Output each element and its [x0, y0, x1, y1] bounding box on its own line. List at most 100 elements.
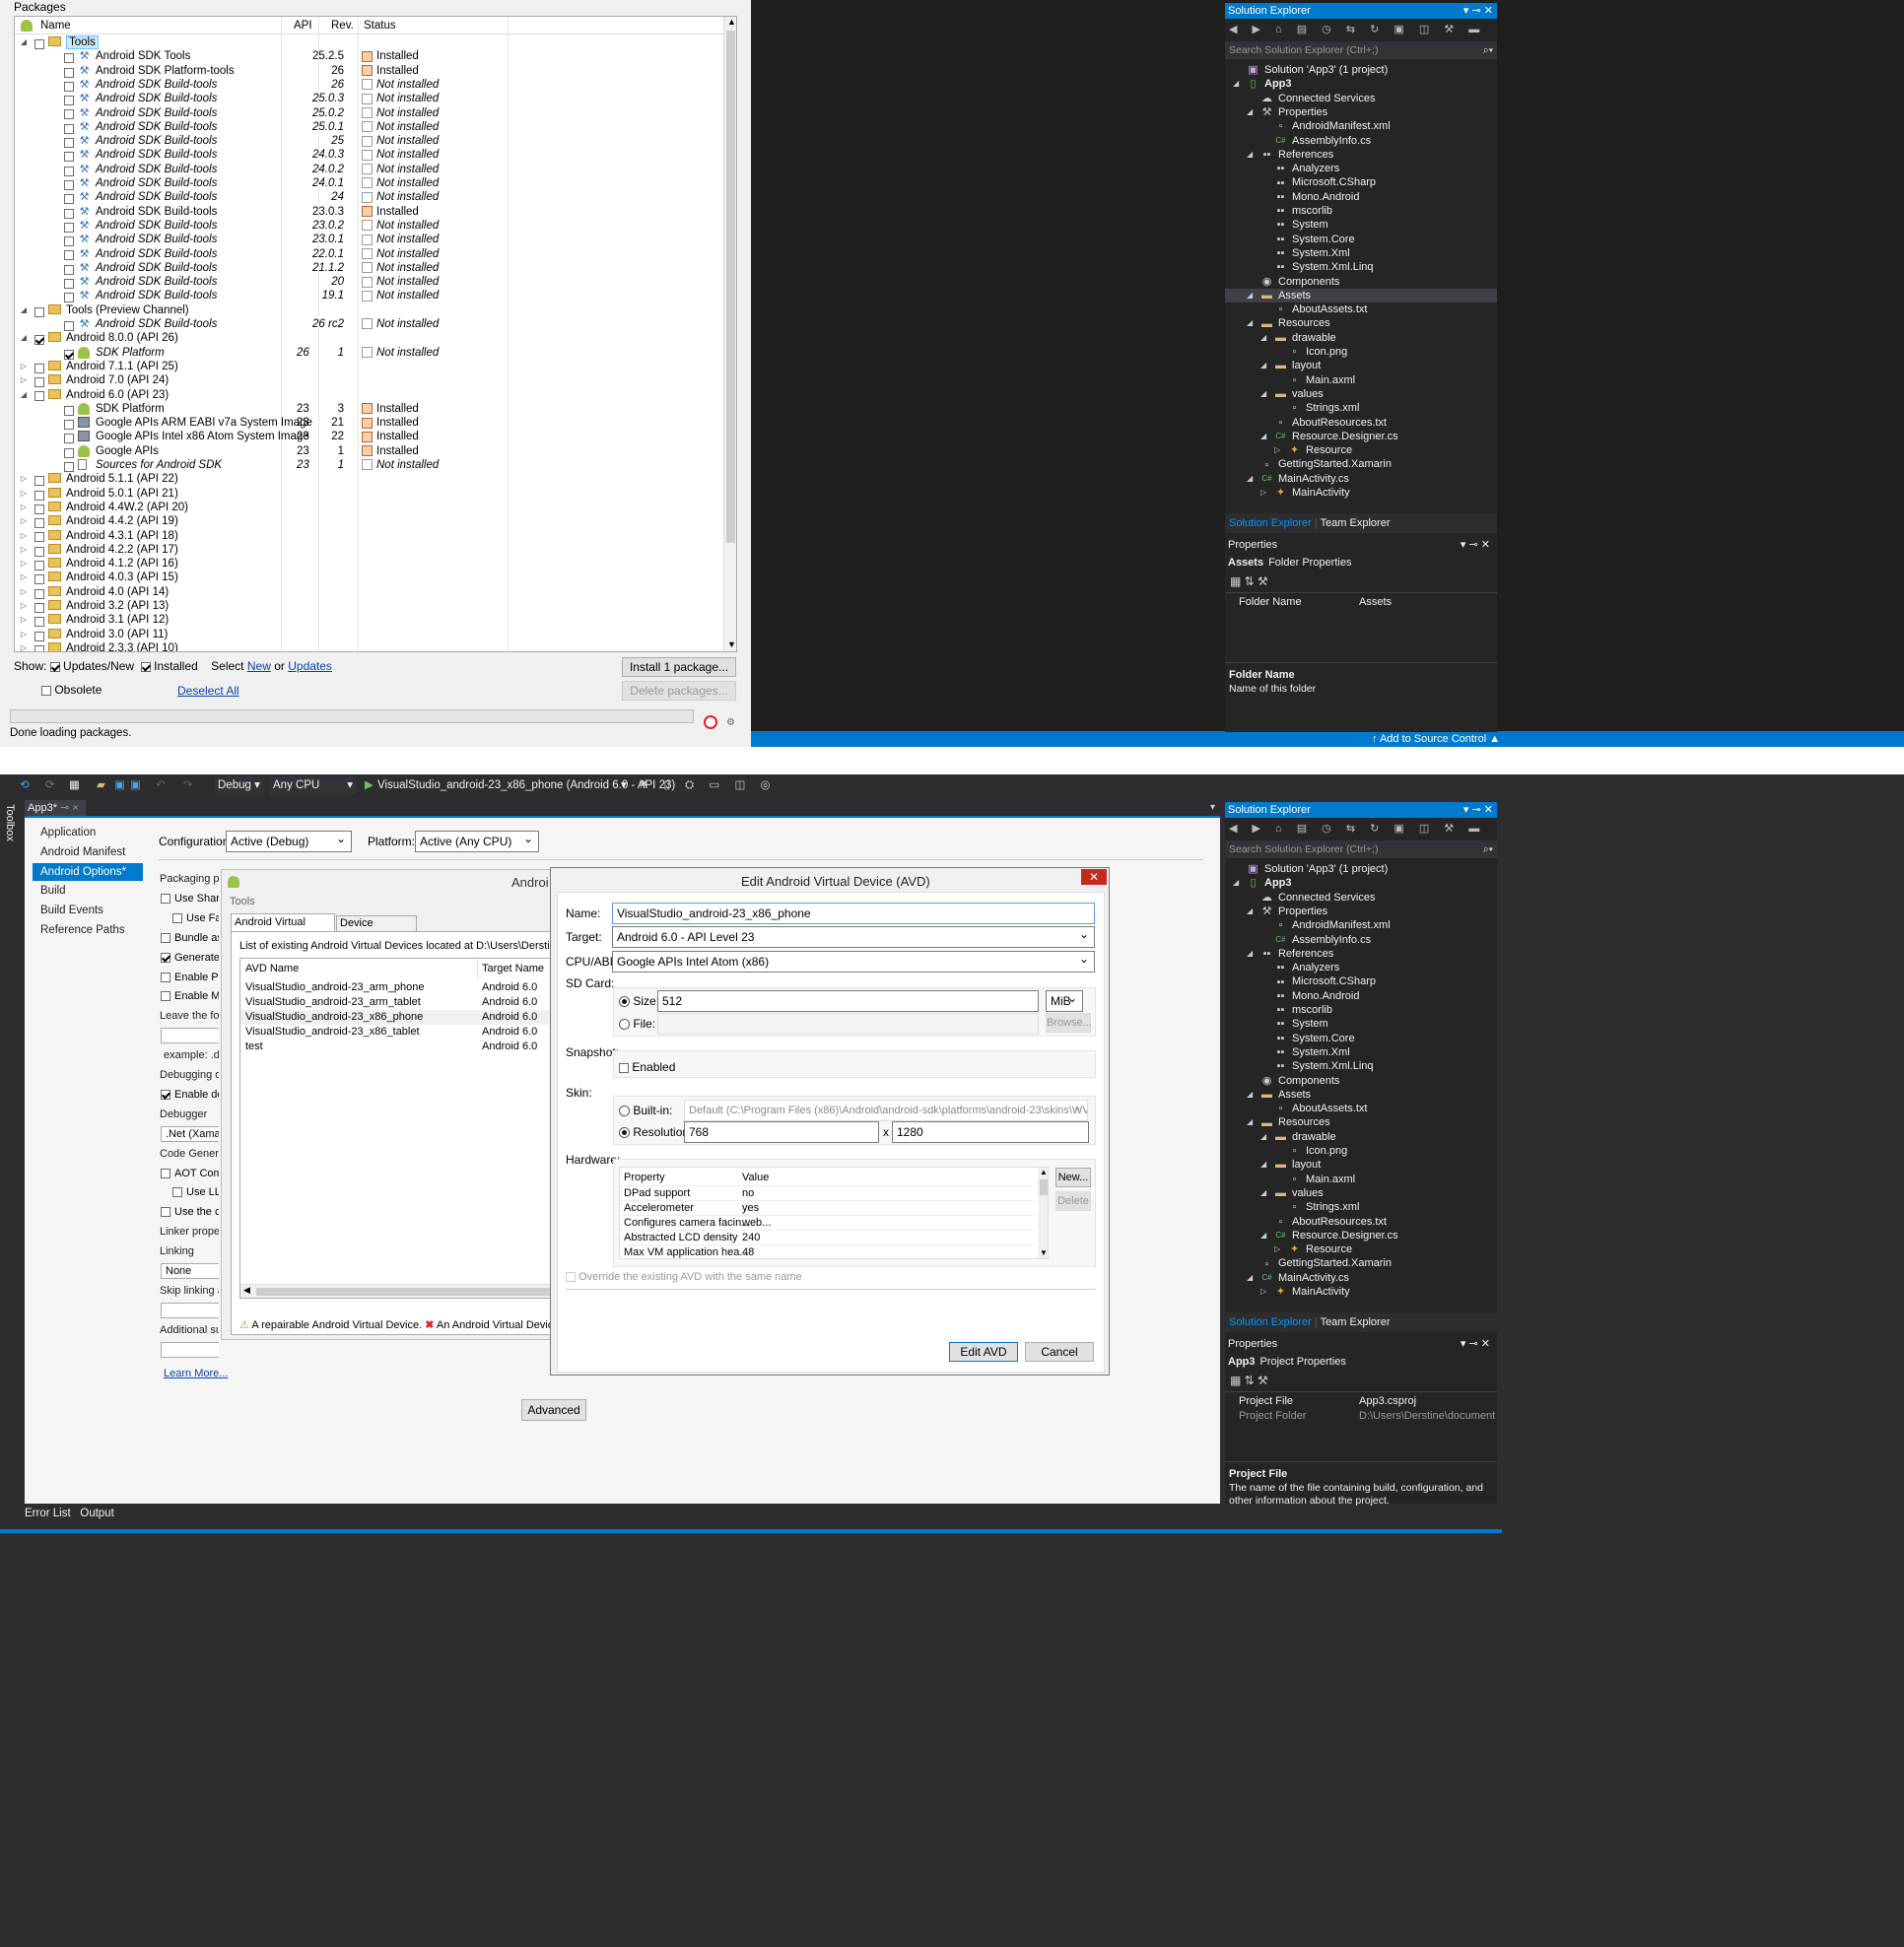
package-row[interactable]: Google APIs Intel x86 Atom System Image 2… — [15, 430, 724, 444]
collapse-arrow-icon[interactable]: ◢ — [1247, 905, 1253, 918]
builtin-select[interactable]: Default (C:\Program Files (x86)\Android\… — [684, 1100, 1088, 1121]
package-checkbox[interactable] — [34, 377, 44, 388]
name-input[interactable]: VisualStudio_android-23_x86_phone — [612, 903, 1095, 924]
size-radio[interactable] — [619, 996, 630, 1008]
collapse-arrow-icon[interactable]: ◢ — [1260, 1229, 1266, 1242]
package-checkbox[interactable] — [34, 617, 44, 628]
package-row[interactable]: ▷ Android 3.1 (API 12) — [15, 613, 724, 628]
package-checkbox[interactable] — [64, 264, 74, 275]
document-tab[interactable]: App3* ⊸ × — [25, 800, 86, 816]
solution-tree-item[interactable]: ▷ ✦ MainActivity — [1225, 1285, 1497, 1299]
collapse-arrow-icon[interactable]: ◢ — [1233, 876, 1239, 890]
package-checkbox[interactable] — [64, 67, 74, 78]
package-row[interactable]: ◢ Tools (Preview Channel) — [15, 303, 724, 317]
solution-tree-item[interactable]: ◉ Components — [1225, 275, 1497, 289]
toolbox-strip[interactable]: Toolbox — [0, 798, 22, 1504]
solution-tree-item[interactable]: ▪▪ System — [1225, 218, 1497, 232]
collapse-arrow-icon[interactable]: ◢ — [1260, 331, 1266, 345]
toolbox-label[interactable]: Toolbox — [4, 804, 16, 841]
solution-tree-item[interactable]: ▪▪ Mono.Android — [1225, 989, 1497, 1003]
save-all-icon[interactable]: ▣ — [130, 774, 141, 796]
collapse-arrow-icon[interactable]: ◢ — [1233, 77, 1239, 91]
output-tab[interactable]: Output — [80, 1508, 114, 1519]
hw-scroll-thumb[interactable] — [1040, 1179, 1048, 1195]
resolution-radio[interactable] — [619, 1127, 630, 1139]
package-row[interactable]: ⚒ Android SDK Build-tools 25.0.1 Not instal… — [15, 120, 724, 134]
scroll-thumb[interactable] — [726, 31, 735, 543]
package-checkbox[interactable] — [64, 222, 74, 233]
avd-col-name[interactable]: AVD Name — [245, 963, 299, 974]
forward-icon[interactable]: ⟳ — [45, 774, 55, 796]
package-row[interactable]: ⚒ Android SDK Tools 25.2.5 Installed — [15, 49, 724, 64]
solution-tree-item[interactable]: ▪▪ System.Xml.Linq — [1225, 260, 1497, 274]
avd-col-target[interactable]: Target Name — [482, 963, 544, 974]
expand-arrow-icon[interactable]: ▷ — [19, 613, 29, 627]
expand-arrow-icon[interactable]: ▷ — [1260, 486, 1266, 500]
package-row[interactable]: Google APIs ARM EABI v7a System Image 23 2… — [15, 416, 724, 431]
package-checkbox[interactable] — [64, 420, 74, 431]
package-row[interactable]: ▷ Android 4.4.2 (API 19) — [15, 514, 724, 529]
solution-tree-item[interactable]: ◢ ▬ values — [1225, 387, 1497, 401]
solution-tree-item[interactable]: ▫ Icon.png — [1225, 345, 1497, 359]
package-checkbox[interactable] — [34, 561, 44, 571]
package-checkbox[interactable] — [34, 391, 44, 402]
solution-tree-item[interactable]: ▫ Main.axml — [1225, 373, 1497, 387]
solution-explorer-toolbar[interactable]: ◀ ▶ ⌂ ▤ ◷ ⇆ ↻ ▣ ◫ ⚒ ▬ — [1229, 23, 1495, 38]
option-item[interactable] — [161, 1302, 219, 1318]
solution-tree-item[interactable]: ◢ ▪▪ References — [1225, 148, 1497, 162]
collapse-arrow-icon[interactable]: ◢ — [1260, 1158, 1266, 1172]
tab-android-virtual-devices[interactable]: Android Virtual Devices — [231, 913, 335, 945]
tab-device-definitions[interactable]: Device Definitions — [336, 915, 417, 944]
solution-tree-item[interactable]: ◢ ▬ drawable — [1225, 1130, 1497, 1144]
package-checkbox[interactable] — [64, 293, 74, 303]
add-to-source-control[interactable]: ↑ Add to Source Control ▲ — [1372, 733, 1500, 745]
redo-icon[interactable]: ↷ — [183, 774, 193, 796]
avd-row[interactable]: VisualStudio_android-23_x86_phone Android… — [240, 1010, 556, 1025]
package-row[interactable]: ⚒ Android SDK Build-tools 26 rc2 Not instal… — [15, 317, 724, 331]
package-row[interactable]: ▷ Android 3.2 (API 13) — [15, 599, 724, 613]
packages-scrollbar[interactable]: ▲ ▼ — [723, 17, 736, 651]
hw-delete-button[interactable]: Delete — [1055, 1191, 1091, 1211]
solution-tree-item[interactable]: ▫ AboutAssets.txt — [1225, 1102, 1497, 1115]
expand-arrow-icon[interactable]: ▷ — [19, 501, 29, 514]
collapse-arrow-icon[interactable]: ◢ — [1247, 472, 1253, 486]
learn-more-link[interactable]: Learn More... — [164, 1368, 228, 1379]
expand-arrow-icon[interactable]: ▷ — [19, 529, 29, 543]
collapse-arrow-icon[interactable]: ◢ — [1247, 1115, 1253, 1129]
option-item[interactable]: AOT Comp — [161, 1166, 219, 1181]
project-nav-item[interactable]: Build Events — [33, 902, 143, 919]
package-row[interactable]: ⚒ Android SDK Build-tools 23.0.2 Not instal… — [15, 219, 724, 233]
package-checkbox[interactable] — [34, 602, 44, 613]
solution-tree-item[interactable]: ▷ ✦ MainActivity — [1225, 486, 1497, 500]
expand-arrow-icon[interactable]: ▷ — [19, 487, 29, 501]
solution-tree-item[interactable]: ◉ Components — [1225, 1074, 1497, 1088]
package-checkbox[interactable] — [64, 179, 74, 190]
option-checkbox[interactable] — [172, 1187, 182, 1198]
platform-dropdown[interactable]: Any CPU ▾ — [270, 776, 357, 794]
solution-tree-item[interactable]: ▫ Icon.png — [1225, 1144, 1497, 1158]
close-button[interactable]: ✕ — [1081, 869, 1107, 885]
expand-arrow-icon[interactable]: ▷ — [19, 373, 29, 387]
collapse-arrow-icon[interactable]: ◢ — [19, 35, 29, 49]
collapse-arrow-icon[interactable]: ◢ — [19, 303, 29, 317]
package-row[interactable]: ▷ Android 4.3.1 (API 18) — [15, 529, 724, 543]
package-row[interactable]: ▷ Android 5.1.1 (API 22) — [15, 472, 724, 487]
hardware-row[interactable]: Max VM application hea... 48 — [620, 1244, 1034, 1258]
solution-tree-item[interactable]: ◢ ▬ layout — [1225, 1158, 1497, 1172]
package-checkbox[interactable] — [64, 250, 74, 261]
search-icon[interactable]: ⌕▾ — [1483, 41, 1493, 59]
properties-object-selector[interactable]: App3 Project Properties — [1228, 1354, 1494, 1370]
solution-tree-item[interactable]: ▣ Solution 'App3' (1 project) — [1225, 63, 1497, 77]
collapse-arrow-icon[interactable]: ◢ — [1247, 105, 1253, 119]
option-checkbox[interactable] — [161, 972, 170, 982]
avd-row[interactable]: VisualStudio_android-23_arm_phone Android… — [240, 980, 556, 995]
package-row[interactable]: ⚒ Android SDK Build-tools 23.0.3 Installed — [15, 205, 724, 219]
solution-tree-item[interactable]: ▪▪ Microsoft.CSharp — [1225, 974, 1497, 988]
hw-scroll-up[interactable]: ▲ — [1040, 1168, 1048, 1176]
solution-tree-item[interactable]: ▪▪ System.Core — [1225, 1032, 1497, 1045]
option-item[interactable]: Enable Pro — [161, 970, 219, 985]
package-row[interactable]: ⚒ Android SDK Build-tools 25.0.2 Not instal… — [15, 106, 724, 120]
solution-tree-item[interactable]: ▫ AboutResources.txt — [1225, 1215, 1497, 1229]
solution-explorer-search[interactable]: Search Solution Explorer (Ctrl+;) ⌕▾ — [1225, 41, 1497, 59]
package-row[interactable]: ◢ Android 8.0.0 (API 26) — [15, 331, 724, 346]
